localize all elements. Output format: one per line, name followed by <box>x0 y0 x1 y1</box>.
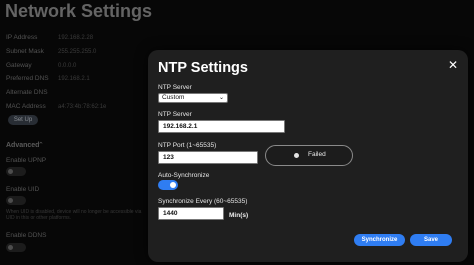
chevron-down-icon: ⌄ <box>218 95 224 101</box>
sync-every-unit: Min(s) <box>229 212 249 219</box>
auto-sync-label: Auto-Synchronize <box>158 172 210 179</box>
auto-sync-toggle[interactable] <box>158 180 178 190</box>
sync-status-badge: Failed <box>265 145 353 166</box>
ntp-port-label: NTP Port (1~65535) <box>158 142 217 149</box>
dialog-title: NTP Settings <box>158 60 248 76</box>
ntp-server-select-label: NTP Server <box>158 84 192 91</box>
ntp-settings-dialog: NTP Settings ✕ NTP Server Custom ⌄ NTP S… <box>148 50 468 262</box>
ntp-port-input[interactable]: 123 <box>158 151 258 164</box>
sync-every-input[interactable]: 1440 <box>158 207 224 220</box>
ntp-server-input-label: NTP Server <box>158 111 192 118</box>
close-icon[interactable]: ✕ <box>447 59 459 71</box>
ntp-server-input[interactable]: 192.168.2.1 <box>158 120 285 133</box>
save-button[interactable]: Save <box>410 234 452 246</box>
synchronize-button[interactable]: Synchronize <box>354 234 405 246</box>
status-text: Failed <box>308 151 326 158</box>
sync-every-label: Synchronize Every (60~65535) <box>158 198 248 205</box>
ntp-server-select[interactable]: Custom ⌄ <box>158 93 228 103</box>
ntp-server-select-value: Custom <box>162 94 185 101</box>
status-dot-icon <box>294 153 299 158</box>
toggle-knob <box>170 182 176 188</box>
